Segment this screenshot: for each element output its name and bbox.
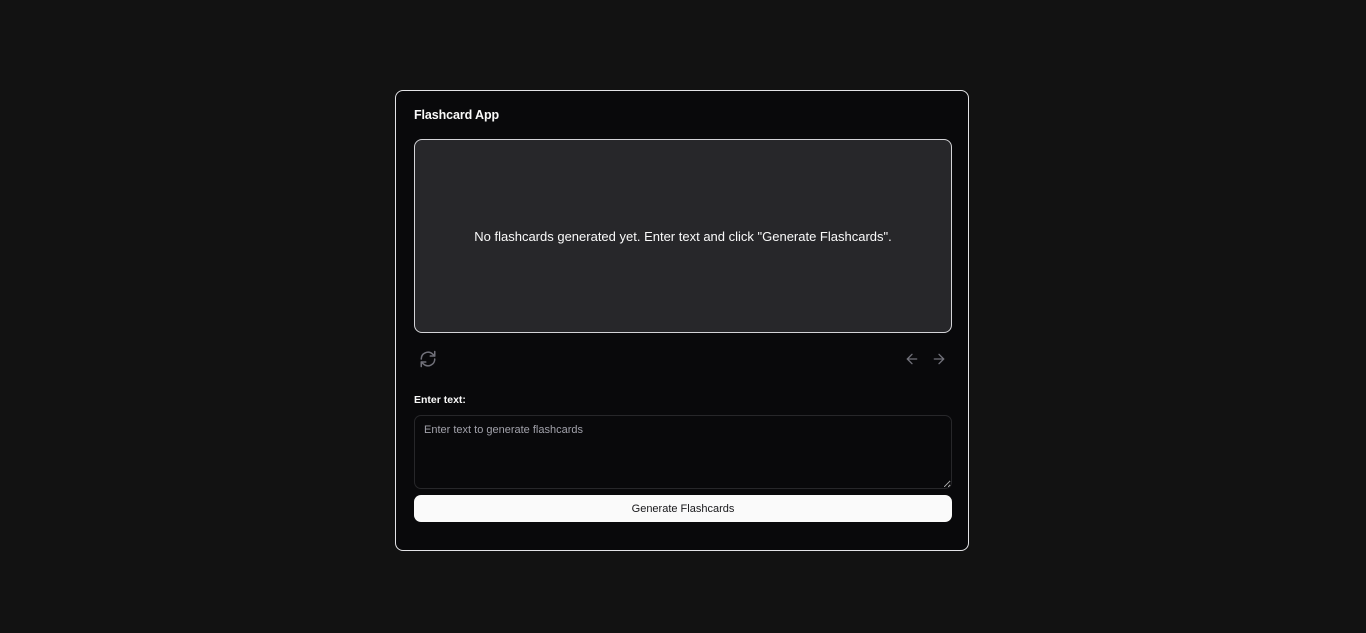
flashcard-app-card: Flashcard App No flashcards generated ye… bbox=[395, 90, 969, 551]
refresh-icon bbox=[419, 350, 437, 368]
previous-card-button[interactable] bbox=[900, 347, 924, 371]
flashcard-display[interactable]: No flashcards generated yet. Enter text … bbox=[414, 139, 952, 333]
text-input-label: Enter text: bbox=[414, 394, 466, 406]
arrow-right-icon bbox=[931, 351, 947, 367]
flashcard-empty-message: No flashcards generated yet. Enter text … bbox=[474, 228, 892, 244]
arrow-left-icon bbox=[904, 351, 920, 367]
flip-card-button[interactable] bbox=[416, 347, 440, 371]
generate-flashcards-button[interactable]: Generate Flashcards bbox=[414, 495, 952, 522]
flashcard-text-input[interactable] bbox=[414, 415, 952, 489]
next-card-button[interactable] bbox=[927, 347, 951, 371]
app-title: Flashcard App bbox=[414, 108, 500, 122]
